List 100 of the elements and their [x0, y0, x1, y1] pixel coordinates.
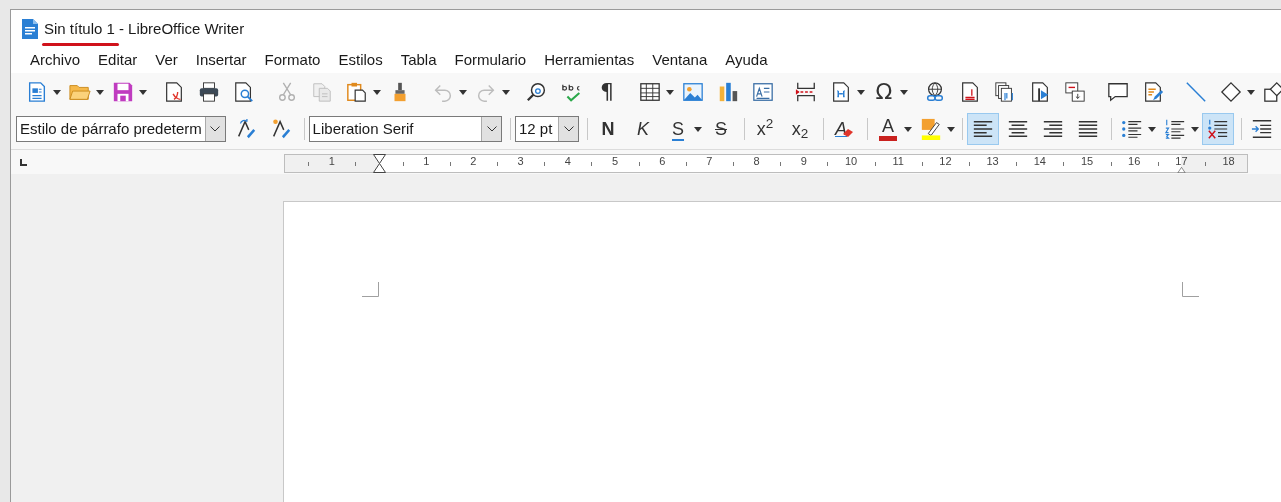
font-color-button[interactable]: A: [872, 113, 904, 145]
indent-icon: [1251, 118, 1273, 140]
tab-stop-icon[interactable]: [20, 159, 27, 166]
caret-icon[interactable]: [373, 89, 381, 95]
search-icon: [526, 81, 548, 103]
script-button[interactable]: x$_{2}$: [784, 113, 816, 145]
strikethrough-button[interactable]: S: [705, 113, 737, 145]
menu-item[interactable]: Editar: [89, 48, 147, 73]
ruler-number: 12: [939, 156, 952, 167]
window-title: - LibreOffice Writer: [118, 18, 245, 39]
paragraph-style-dropdown[interactable]: Estilo de párrafo predeterm: [16, 116, 226, 142]
menu-item[interactable]: Ver: [146, 48, 187, 73]
caret-icon[interactable]: [1191, 126, 1199, 132]
ruler-number: 5: [611, 156, 619, 167]
ruler-number: 3: [517, 156, 524, 167]
font-name-dropdown[interactable]: Liberation Serif: [308, 116, 503, 142]
menu-item[interactable]: Ventana: [643, 48, 717, 73]
script-button[interactable]: x$^{2}$: [749, 113, 781, 145]
clipboard-icon: [346, 81, 368, 103]
globe-link-icon: [924, 81, 946, 103]
bullet-list-icon: [1121, 118, 1143, 140]
text-frame-icon: [752, 81, 774, 103]
bookmark-document-icon: [1029, 81, 1051, 103]
stacked-pages-icon: [994, 81, 1016, 103]
text-boundary-mark: [1182, 282, 1199, 297]
menu-item[interactable]: Formulario: [445, 48, 536, 73]
caret-icon[interactable]: [1247, 89, 1255, 95]
ruler-number: 1: [423, 156, 430, 167]
diamond-icon: [1220, 81, 1242, 103]
ruler-number: 2: [470, 156, 477, 167]
printer-icon: [198, 81, 220, 103]
ruler-number: 16: [1128, 156, 1141, 167]
bar-chart-icon: [717, 81, 739, 103]
window-title: Sin título 1: [44, 17, 115, 41]
field-document-icon: [830, 81, 852, 103]
ruler-number: 1: [328, 156, 335, 167]
image-icon: [682, 81, 704, 103]
indent-marker[interactable]: [372, 154, 386, 173]
bold-button[interactable]: N: [592, 113, 624, 145]
ruler[interactable]: 1 1 2 3 4 5 6 7 8 9 10 11 12 13 14 15 16 17 18: [284, 154, 1248, 173]
align-center-icon: [1007, 118, 1029, 140]
document-pencil-icon: [1142, 81, 1164, 103]
toolbar-button[interactable]: Ω: [868, 76, 900, 108]
toolbar-button[interactable]: ¶: [591, 76, 623, 108]
italic-button[interactable]: K: [627, 113, 659, 145]
chevron-down-icon[interactable]: [210, 126, 221, 132]
highlighter-icon: [920, 118, 942, 140]
numbered-list-icon: [1164, 118, 1186, 140]
underline-button[interactable]: S: [662, 113, 694, 145]
ruler-number: 9: [800, 156, 807, 167]
chevron-down-icon[interactable]: [563, 126, 574, 132]
caret-icon[interactable]: [96, 89, 104, 95]
caret-icon[interactable]: [857, 89, 865, 95]
no-list-icon: [1207, 118, 1229, 140]
font-size-dropdown[interactable]: 12 pt: [515, 116, 580, 142]
pdf-document-icon: [163, 81, 185, 103]
ruler-number: 10: [844, 156, 858, 167]
caret-icon[interactable]: [694, 126, 702, 132]
ruler-number: 7: [706, 156, 713, 167]
ruler-number: 8: [753, 156, 760, 167]
ruler-number: 14: [1033, 156, 1046, 167]
speech-bubble-icon: [1107, 81, 1129, 103]
ruler-number: 18: [1222, 156, 1235, 167]
menu-item[interactable]: Ayuda: [716, 48, 777, 73]
scissors-icon: [276, 81, 298, 103]
caret-icon[interactable]: [666, 89, 674, 95]
ruler-number: 11: [892, 156, 904, 167]
cross-reference-icon: [1064, 81, 1086, 103]
caret-icon[interactable]: [1148, 126, 1156, 132]
menu-item[interactable]: Insertar: [186, 48, 256, 73]
menu-item[interactable]: Formato: [255, 48, 330, 73]
caret-icon[interactable]: [900, 89, 908, 95]
ruler-number: 13: [986, 156, 999, 167]
caret-icon[interactable]: [139, 89, 147, 95]
align-left-button[interactable]: [967, 113, 999, 145]
writer-logo-icon: [22, 19, 38, 39]
document-icon: [26, 81, 48, 103]
text-boundary-mark: [362, 282, 379, 297]
menu-item[interactable]: Herramientas: [535, 48, 644, 73]
ruler-number: 4: [564, 156, 571, 167]
caret-icon[interactable]: [904, 126, 912, 132]
menu-item[interactable]: Estilos: [329, 48, 392, 73]
menu-item[interactable]: Archivo: [21, 48, 90, 73]
copy-icon: [311, 81, 333, 103]
caret-icon[interactable]: [53, 89, 61, 95]
justify-icon: [1077, 118, 1099, 140]
align-right-icon: [1042, 118, 1064, 140]
caret-icon[interactable]: [947, 126, 955, 132]
footnote-document-icon: [959, 81, 981, 103]
chevron-down-icon[interactable]: [486, 126, 497, 132]
document-magnifier-icon: [233, 81, 255, 103]
ruler-number: 6: [659, 156, 666, 167]
table-icon: [639, 81, 661, 103]
menu-item[interactable]: Tabla: [391, 48, 446, 73]
no-list-button[interactable]: [1202, 113, 1234, 145]
ruler-number: 17: [1175, 156, 1188, 167]
line-icon: [1185, 81, 1207, 103]
page-break-icon: [795, 81, 817, 103]
ruler-number: 15: [1080, 156, 1094, 167]
align-left-icon: [972, 118, 994, 140]
